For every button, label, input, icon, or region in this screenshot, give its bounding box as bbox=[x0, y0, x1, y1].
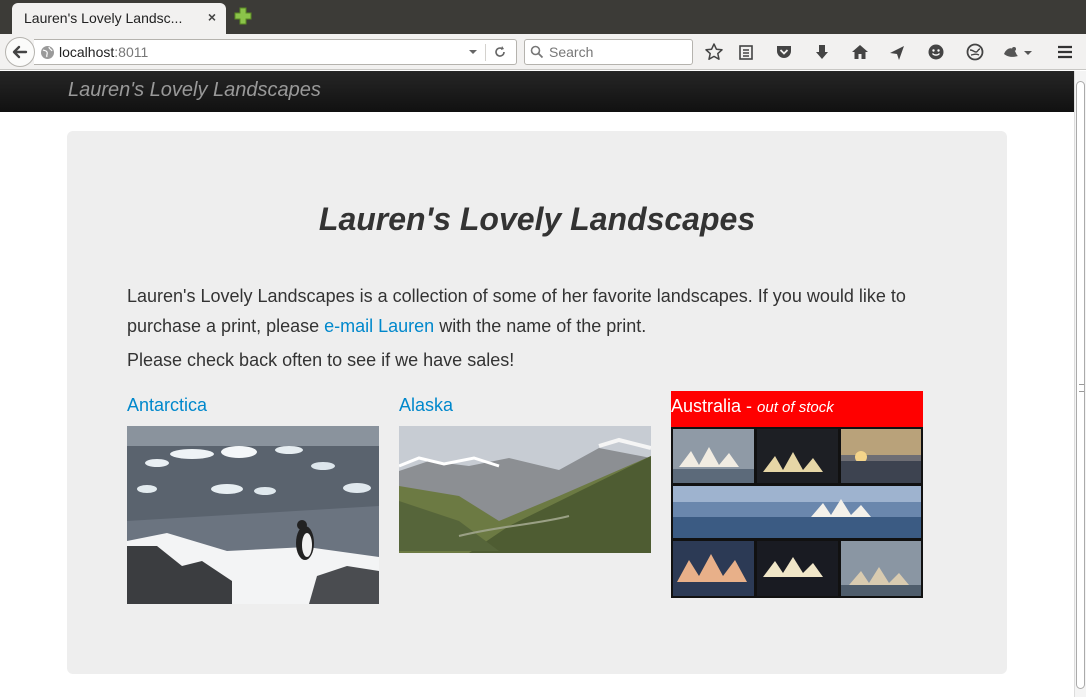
antarctica-photo[interactable] bbox=[127, 426, 379, 604]
alaska-photo[interactable] bbox=[399, 426, 651, 553]
tab-strip: Lauren's Lovely Landsc... × bbox=[0, 0, 1086, 34]
pocket-icon[interactable] bbox=[774, 42, 794, 62]
tab-title: Lauren's Lovely Landsc... bbox=[24, 10, 183, 26]
intro-text-end: with the name of the print. bbox=[434, 316, 647, 336]
url-text: localhost:8011 bbox=[59, 44, 148, 60]
browser-tab[interactable]: Lauren's Lovely Landsc... × bbox=[12, 3, 226, 34]
url-host: localhost bbox=[59, 44, 115, 60]
url-separator bbox=[485, 44, 486, 61]
send-icon[interactable] bbox=[887, 42, 907, 62]
scrollbar-thumb[interactable] bbox=[1076, 81, 1085, 689]
search-icon bbox=[530, 45, 544, 59]
site-navbar: Lauren's Lovely Landscapes bbox=[0, 71, 1074, 112]
hamburger-menu-icon[interactable] bbox=[1055, 42, 1075, 62]
tab-close-icon[interactable]: × bbox=[208, 9, 216, 25]
product-antarctica: Antarctica bbox=[127, 391, 379, 604]
developer-icon[interactable] bbox=[965, 42, 985, 62]
reload-icon[interactable] bbox=[493, 45, 507, 59]
page-title: Lauren's Lovely Landscapes bbox=[318, 201, 756, 237]
product-title-link[interactable]: Alaska bbox=[399, 391, 651, 419]
home-icon[interactable] bbox=[850, 42, 870, 62]
out-of-stock-label: out of stock bbox=[757, 399, 834, 416]
search-input[interactable]: Search bbox=[549, 44, 593, 60]
australia-photo[interactable] bbox=[671, 427, 923, 598]
chevron-down-icon[interactable] bbox=[468, 47, 478, 57]
bookmark-star-icon[interactable] bbox=[704, 42, 724, 62]
download-icon[interactable] bbox=[812, 42, 832, 62]
product-title-out-of-stock[interactable]: Australia - out of stock bbox=[671, 391, 923, 427]
search-bar[interactable]: Search bbox=[524, 39, 693, 65]
intro-paragraph: Lauren's Lovely Landscapes is a collecti… bbox=[127, 281, 947, 341]
page-scrollbar[interactable] bbox=[1074, 71, 1086, 697]
globe-icon bbox=[41, 46, 54, 59]
bookmarks-menu-icon[interactable] bbox=[736, 42, 756, 62]
sales-note: Please check back often to see if we hav… bbox=[127, 350, 515, 370]
back-button[interactable] bbox=[5, 37, 35, 67]
hero-panel: Lauren's Lovely Landscapes Lauren's Love… bbox=[67, 131, 1007, 674]
scrollbar-grip bbox=[1079, 384, 1084, 392]
url-port: :8011 bbox=[114, 44, 149, 60]
back-arrow-icon bbox=[12, 45, 28, 59]
site-brand[interactable]: Lauren's Lovely Landscapes bbox=[68, 79, 321, 102]
chevron-down-icon[interactable] bbox=[1022, 42, 1034, 62]
product-alaska: Alaska bbox=[399, 391, 651, 553]
new-tab-icon[interactable] bbox=[233, 6, 253, 26]
product-australia: Australia - out of stock bbox=[671, 391, 923, 598]
product-name: Australia bbox=[671, 396, 742, 416]
browser-navbar: localhost:8011 Search bbox=[0, 34, 1086, 70]
email-lauren-link[interactable]: e-mail Lauren bbox=[324, 316, 434, 336]
url-bar[interactable]: localhost:8011 bbox=[34, 39, 517, 65]
product-title-link[interactable]: Antarctica bbox=[127, 391, 379, 419]
title-separator: - bbox=[741, 396, 758, 416]
hello-chat-icon[interactable] bbox=[926, 42, 946, 62]
extension-icon[interactable] bbox=[1001, 42, 1021, 62]
